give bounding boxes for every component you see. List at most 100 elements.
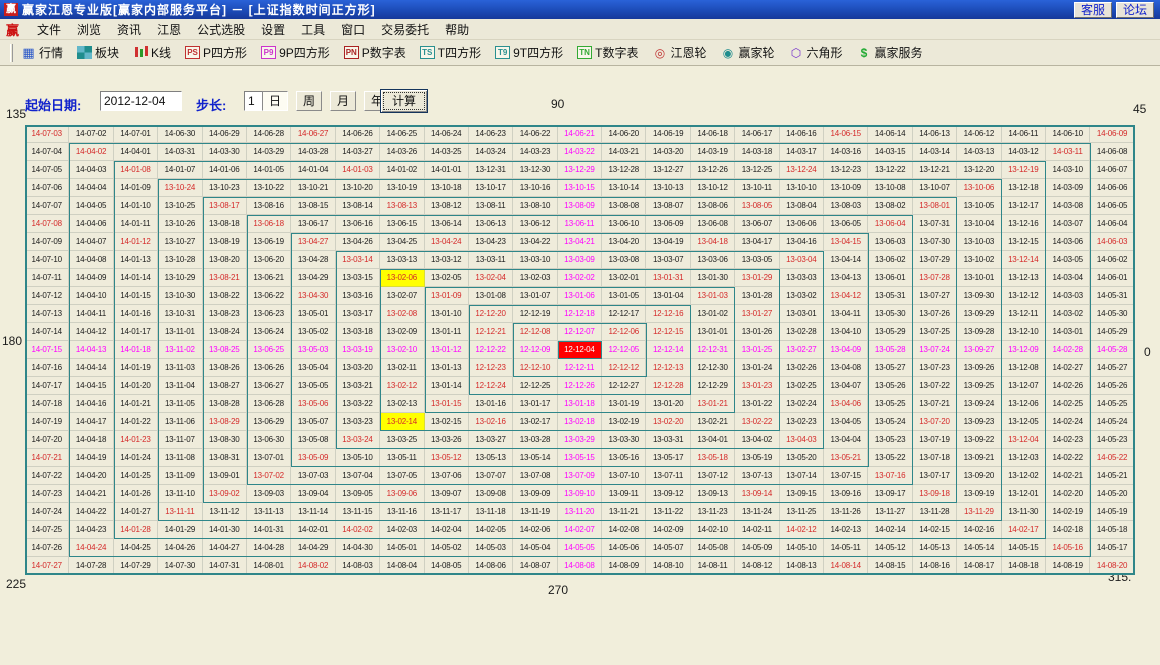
grid-cell[interactable]: 14-02-04 xyxy=(425,521,469,539)
grid-cell[interactable]: 13-03-09 xyxy=(558,251,602,269)
grid-cell[interactable]: 14-01-30 xyxy=(203,521,247,539)
grid-cell[interactable]: 13-03-02 xyxy=(780,287,824,305)
grid-cell[interactable]: 14-03-02 xyxy=(1046,305,1090,323)
period-button-周[interactable]: 周 xyxy=(296,91,322,111)
grid-cell[interactable]: 14-04-14 xyxy=(69,359,113,377)
grid-cell[interactable]: 13-03-11 xyxy=(469,251,513,269)
menu-item-窗口[interactable]: 窗口 xyxy=(333,19,373,40)
grid-cell[interactable]: 13-07-31 xyxy=(913,215,957,233)
grid-cell[interactable]: 14-08-02 xyxy=(291,557,335,575)
grid-cell[interactable]: 14-08-01 xyxy=(247,557,291,575)
grid-cell[interactable]: 13-04-24 xyxy=(425,233,469,251)
grid-cell[interactable]: 13-06-24 xyxy=(247,323,291,341)
grid-cell[interactable]: 13-02-17 xyxy=(513,413,557,431)
grid-cell[interactable]: 14-07-31 xyxy=(203,557,247,575)
grid-cell[interactable]: 14-01-04 xyxy=(291,161,335,179)
grid-cell[interactable]: 14-07-26 xyxy=(25,539,69,557)
grid-cell[interactable]: 13-08-26 xyxy=(203,359,247,377)
grid-cell[interactable]: 13-10-20 xyxy=(336,179,380,197)
grid-cell[interactable]: 13-09-15 xyxy=(780,485,824,503)
grid-cell[interactable]: 14-01-31 xyxy=(247,521,291,539)
grid-cell[interactable]: 14-04-07 xyxy=(69,233,113,251)
grid-cell[interactable]: 13-12-17 xyxy=(1002,197,1046,215)
grid-cell[interactable]: 14-02-10 xyxy=(691,521,735,539)
grid-cell[interactable]: 13-09-26 xyxy=(957,359,1001,377)
grid-cell[interactable]: 13-02-25 xyxy=(780,377,824,395)
grid-cell[interactable]: 14-06-24 xyxy=(425,125,469,143)
grid-cell[interactable]: 13-03-10 xyxy=(513,251,557,269)
grid-cell[interactable]: 13-05-09 xyxy=(291,449,335,467)
grid-cell[interactable]: 14-08-08 xyxy=(558,557,602,575)
grid-cell[interactable]: 14-07-27 xyxy=(25,557,69,575)
grid-cell[interactable]: 14-02-05 xyxy=(469,521,513,539)
grid-cell[interactable]: 14-07-03 xyxy=(25,125,69,143)
grid-cell[interactable]: 14-03-29 xyxy=(247,143,291,161)
grid-cell[interactable]: 13-01-25 xyxy=(735,341,779,359)
grid-cell[interactable]: 14-08-14 xyxy=(824,557,868,575)
grid-cell[interactable]: 13-06-22 xyxy=(247,287,291,305)
grid-cell[interactable]: 14-06-30 xyxy=(158,125,202,143)
period-button-月[interactable]: 月 xyxy=(330,91,356,111)
grid-cell[interactable]: 14-01-05 xyxy=(247,161,291,179)
grid-cell[interactable]: 14-05-06 xyxy=(602,539,646,557)
grid-cell[interactable]: 14-07-12 xyxy=(25,287,69,305)
grid-cell[interactable]: 14-06-20 xyxy=(602,125,646,143)
grid-cell[interactable]: 13-05-20 xyxy=(780,449,824,467)
grid-cell[interactable]: 13-07-18 xyxy=(913,449,957,467)
toolbar-item-P四方形[interactable]: PSP四方形 xyxy=(185,44,247,61)
grid-cell[interactable]: 14-01-21 xyxy=(114,395,158,413)
grid-cell[interactable]: 14-07-17 xyxy=(25,377,69,395)
grid-cell[interactable]: 13-06-05 xyxy=(824,215,868,233)
grid-cell[interactable]: 13-08-05 xyxy=(735,197,779,215)
grid-cell[interactable]: 14-01-08 xyxy=(114,161,158,179)
grid-cell[interactable]: 13-04-05 xyxy=(824,413,868,431)
grid-cell[interactable]: 13-01-13 xyxy=(425,359,469,377)
grid-cell[interactable]: 13-04-11 xyxy=(824,305,868,323)
grid-cell[interactable]: 13-12-04 xyxy=(1002,431,1046,449)
grid-cell[interactable]: 14-02-03 xyxy=(380,521,424,539)
grid-cell[interactable]: 14-04-03 xyxy=(69,161,113,179)
grid-cell[interactable]: 13-06-21 xyxy=(247,269,291,287)
grid-cell[interactable]: 13-03-14 xyxy=(336,251,380,269)
grid-cell[interactable]: 13-10-21 xyxy=(291,179,335,197)
grid-cell[interactable]: 13-07-27 xyxy=(913,287,957,305)
grid-cell[interactable]: 13-11-11 xyxy=(158,503,202,521)
grid-cell[interactable]: 14-01-22 xyxy=(114,413,158,431)
grid-cell[interactable]: 13-05-02 xyxy=(291,323,335,341)
grid-cell[interactable]: 13-04-16 xyxy=(780,233,824,251)
grid-cell[interactable]: 13-09-21 xyxy=(957,449,1001,467)
grid-cell[interactable]: 14-06-04 xyxy=(1090,215,1134,233)
grid-cell[interactable]: 13-11-03 xyxy=(158,359,202,377)
grid-cell[interactable]: 13-07-26 xyxy=(913,305,957,323)
grid-cell[interactable]: 13-04-07 xyxy=(824,377,868,395)
grid-cell[interactable]: 13-04-21 xyxy=(558,233,602,251)
grid-cell[interactable]: 14-05-04 xyxy=(513,539,557,557)
grid-cell[interactable]: 13-05-23 xyxy=(868,431,912,449)
grid-cell[interactable]: 14-04-17 xyxy=(69,413,113,431)
grid-cell[interactable]: 13-06-17 xyxy=(291,215,335,233)
grid-cell[interactable]: 13-01-29 xyxy=(735,269,779,287)
grid-cell[interactable]: 13-07-01 xyxy=(247,449,291,467)
grid-cell[interactable]: 13-10-11 xyxy=(735,179,779,197)
grid-cell[interactable]: 13-03-19 xyxy=(336,341,380,359)
grid-cell[interactable]: 13-12-11 xyxy=(1002,305,1046,323)
grid-cell[interactable]: 14-02-22 xyxy=(1046,449,1090,467)
grid-cell[interactable]: 13-07-10 xyxy=(602,467,646,485)
grid-cell[interactable]: 13-11-28 xyxy=(913,503,957,521)
grid-cell[interactable]: 13-12-13 xyxy=(1002,269,1046,287)
grid-cell[interactable]: 13-09-20 xyxy=(957,467,1001,485)
grid-cell[interactable]: 14-07-02 xyxy=(69,125,113,143)
grid-cell[interactable]: 14-06-02 xyxy=(1090,251,1134,269)
grid-cell[interactable]: 13-02-03 xyxy=(513,269,557,287)
grid-cell[interactable]: 14-03-19 xyxy=(691,143,735,161)
grid-cell[interactable]: 13-06-14 xyxy=(425,215,469,233)
grid-cell[interactable]: 14-02-23 xyxy=(1046,431,1090,449)
grid-cell[interactable]: 13-06-25 xyxy=(247,341,291,359)
grid-cell[interactable]: 14-01-18 xyxy=(114,341,158,359)
grid-cell[interactable]: 14-03-21 xyxy=(602,143,646,161)
grid-cell[interactable]: 13-07-15 xyxy=(824,467,868,485)
grid-cell[interactable]: 13-03-13 xyxy=(380,251,424,269)
grid-cell[interactable]: 13-07-05 xyxy=(380,467,424,485)
grid-cell[interactable]: 14-01-16 xyxy=(114,305,158,323)
grid-cell[interactable]: 14-06-29 xyxy=(203,125,247,143)
